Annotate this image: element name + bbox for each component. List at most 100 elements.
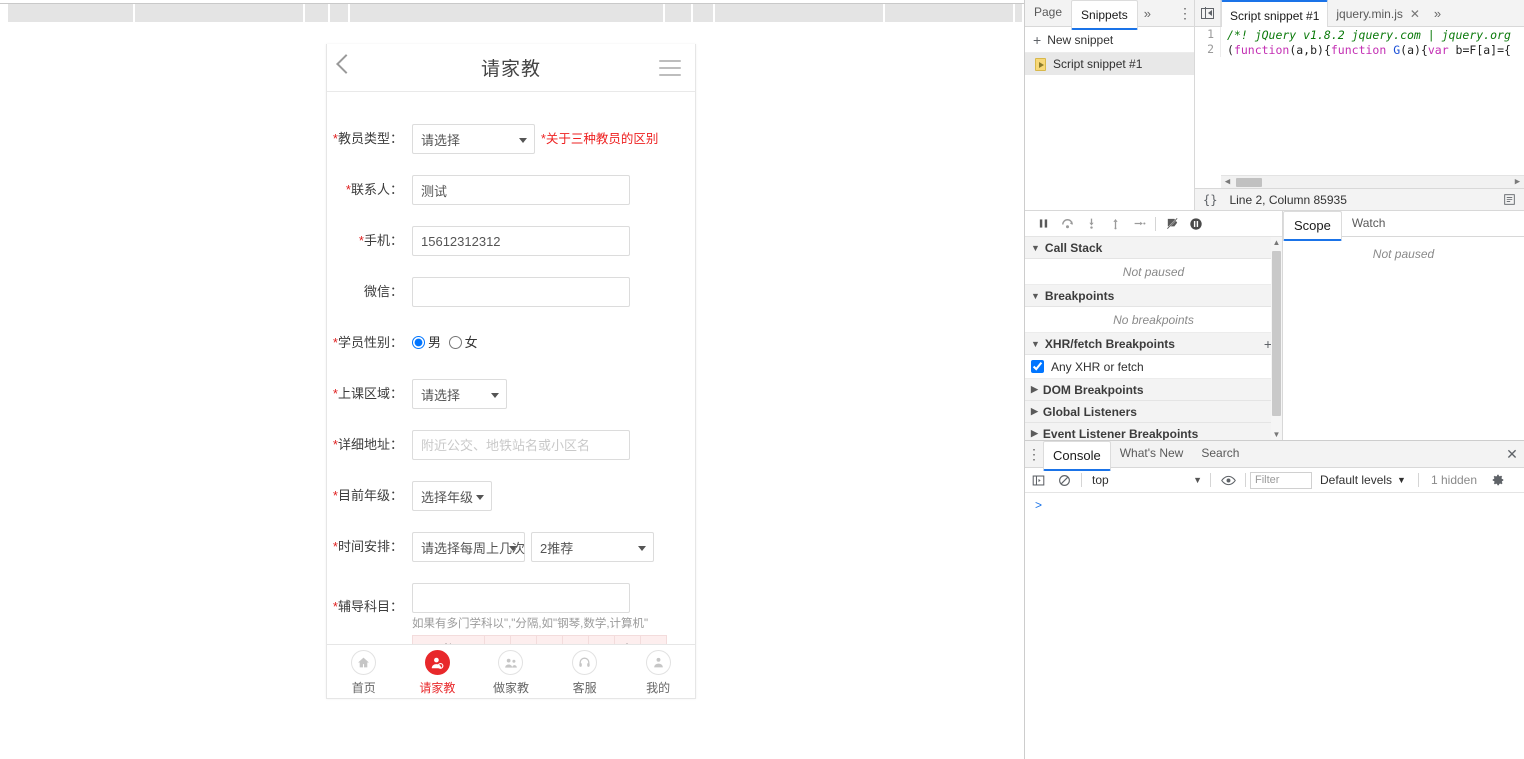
- console-toolbar: top ▼ Filter Default levels ▼ 1 hidden: [1025, 468, 1524, 493]
- drawer-tab-whats-new[interactable]: What's New: [1111, 441, 1193, 467]
- select-area[interactable]: 请选择: [412, 379, 507, 409]
- editor-status-bar: {} Line 2, Column 85935: [1195, 188, 1524, 210]
- debugger-scrollbar[interactable]: ▲ ▼: [1271, 237, 1282, 440]
- drawer-tab-search[interactable]: Search: [1192, 441, 1248, 467]
- form-row-address: *详细地址：: [327, 430, 695, 460]
- select-teacher-type[interactable]: 请选择: [412, 124, 535, 154]
- nav-tab-page[interactable]: Page: [1025, 0, 1071, 26]
- scroll-right-icon[interactable]: ▶: [1511, 177, 1524, 187]
- scrollbar-thumb[interactable]: [1236, 178, 1262, 187]
- step-into-icon[interactable]: [1079, 212, 1103, 236]
- any-xhr-checkbox[interactable]: [1031, 360, 1044, 373]
- gender-option-male[interactable]: 男: [412, 335, 441, 350]
- tab-mine-label: 我的: [646, 679, 670, 696]
- chevron-double-right-icon[interactable]: »: [1138, 0, 1157, 26]
- scope-empty-message: Not paused: [1283, 237, 1524, 440]
- select-grade[interactable]: 选择年级: [412, 481, 492, 511]
- select-schedule-frequency[interactable]: 请选择每周上几次: [412, 532, 525, 562]
- console-output[interactable]: >: [1025, 493, 1524, 759]
- line-number: 2: [1195, 42, 1221, 57]
- chevron-double-right-icon[interactable]: »: [1428, 0, 1447, 26]
- console-filter-input[interactable]: Filter: [1250, 472, 1312, 489]
- editor-tab-snippet-label: Script snippet #1: [1230, 9, 1319, 23]
- chevron-down-icon: ▼: [1031, 243, 1040, 253]
- phone-input[interactable]: [412, 226, 630, 256]
- panel-toggle-icon[interactable]: [1195, 0, 1221, 26]
- console-levels-selector[interactable]: Default levels ▼: [1312, 473, 1414, 487]
- xhr-breakpoint-row[interactable]: Any XHR or fetch: [1025, 355, 1282, 379]
- section-breakpoints[interactable]: ▼ Breakpoints: [1025, 285, 1282, 307]
- nav-tab-snippets[interactable]: Snippets: [1071, 0, 1138, 30]
- chevron-down-icon: [638, 546, 646, 551]
- pause-on-exceptions-icon[interactable]: [1184, 212, 1208, 236]
- tab-home-label: 首页: [352, 679, 376, 696]
- pause-icon[interactable]: [1031, 212, 1055, 236]
- console-context-selector[interactable]: top ▼: [1086, 473, 1206, 487]
- tab-home[interactable]: 首页: [327, 645, 401, 698]
- gender-radio-group: 男 女: [412, 328, 482, 358]
- close-icon[interactable]: ✕: [1500, 441, 1524, 467]
- gear-icon[interactable]: [1485, 473, 1511, 487]
- scroll-down-icon[interactable]: ▼: [1271, 429, 1282, 440]
- select-schedule-count[interactable]: 2推荐: [531, 532, 654, 562]
- step-icon[interactable]: [1127, 212, 1151, 236]
- console-prompt-icon[interactable]: >: [1035, 498, 1042, 512]
- code-content[interactable]: 1 /*! jQuery v1.8.2 jquery.com | jquery.…: [1195, 27, 1524, 188]
- app-header: 请家教: [327, 44, 695, 92]
- format-braces-icon[interactable]: {}: [1203, 193, 1217, 207]
- live-expression-icon[interactable]: [1215, 474, 1241, 487]
- tab-find-tutor[interactable]: 请家教: [401, 645, 475, 698]
- scroll-left-icon[interactable]: ◀: [1221, 177, 1234, 187]
- pretty-print-icon[interactable]: [1504, 194, 1524, 205]
- section-call-stack[interactable]: ▼ Call Stack: [1025, 237, 1282, 259]
- tutor-request-form: *教员类型： 请选择 *关于三种教员的区别 *联系人：: [327, 92, 695, 662]
- select-grade-value: 选择年级: [421, 487, 473, 506]
- console-sidebar-icon[interactable]: [1025, 474, 1051, 487]
- clear-console-icon[interactable]: [1051, 474, 1077, 487]
- tab-be-tutor[interactable]: 做家教: [474, 645, 548, 698]
- tab-support[interactable]: 客服: [548, 645, 622, 698]
- tab-watch[interactable]: Watch: [1342, 211, 1396, 236]
- section-event-listener-breakpoints[interactable]: ▶ Event Listener Breakpoints: [1025, 423, 1282, 440]
- step-out-icon[interactable]: [1103, 212, 1127, 236]
- gender-radio-male[interactable]: [412, 336, 425, 349]
- editor-horizontal-scrollbar[interactable]: ◀ ▶: [1221, 175, 1524, 188]
- section-global-listeners[interactable]: ▶ Global Listeners: [1025, 401, 1282, 423]
- scrollbar-thumb[interactable]: [1272, 251, 1281, 416]
- drawer-tab-console[interactable]: Console: [1043, 441, 1111, 471]
- tab-support-label: 客服: [573, 679, 597, 696]
- label-phone: *手机：: [327, 226, 412, 256]
- chevron-down-icon: [476, 495, 484, 500]
- tab-mine[interactable]: 我的: [621, 645, 695, 698]
- editor-tab-snippet[interactable]: Script snippet #1: [1221, 0, 1328, 30]
- wechat-input[interactable]: [412, 277, 630, 307]
- tab-scope[interactable]: Scope: [1283, 211, 1342, 241]
- editor-tab-jquery[interactable]: jquery.min.js ✕: [1328, 0, 1428, 26]
- chevron-down-icon: ▼: [1031, 339, 1040, 349]
- kebab-menu-icon[interactable]: ⋮: [1025, 441, 1043, 467]
- deactivate-breakpoints-icon[interactable]: [1160, 212, 1184, 236]
- contact-input[interactable]: [412, 175, 630, 205]
- partial-render-strip: [0, 3, 1024, 21]
- scroll-up-icon[interactable]: ▲: [1271, 237, 1282, 248]
- chevron-down-icon: [519, 138, 527, 143]
- page-title: 请家教: [327, 54, 695, 81]
- snippet-file-icon: [1035, 58, 1046, 71]
- teacher-type-help-link[interactable]: *关于三种教员的区别: [541, 124, 658, 154]
- step-over-icon[interactable]: [1055, 212, 1079, 236]
- close-icon[interactable]: ✕: [1410, 7, 1420, 21]
- hamburger-icon[interactable]: [659, 60, 681, 76]
- label-teacher-type: *教员类型：: [327, 124, 412, 154]
- gender-radio-female[interactable]: [449, 336, 462, 349]
- code-line: 2 (function(a,b){function G(a){var b=F[a…: [1195, 42, 1524, 57]
- subject-input[interactable]: [412, 583, 630, 613]
- snippet-item[interactable]: Script snippet #1: [1025, 53, 1194, 75]
- gender-option-female[interactable]: 女: [449, 335, 478, 350]
- code-text: /*! jQuery v1.8.2 jquery.com | jquery.or…: [1221, 28, 1511, 42]
- kebab-menu-icon[interactable]: ⋮: [1176, 0, 1194, 26]
- new-snippet-button[interactable]: + New snippet: [1025, 27, 1194, 53]
- form-row-gender: *学员性别： 男 女: [327, 328, 695, 358]
- section-xhr-breakpoints[interactable]: ▼ XHR/fetch Breakpoints +: [1025, 333, 1282, 355]
- section-dom-breakpoints[interactable]: ▶ DOM Breakpoints: [1025, 379, 1282, 401]
- address-input[interactable]: [412, 430, 630, 460]
